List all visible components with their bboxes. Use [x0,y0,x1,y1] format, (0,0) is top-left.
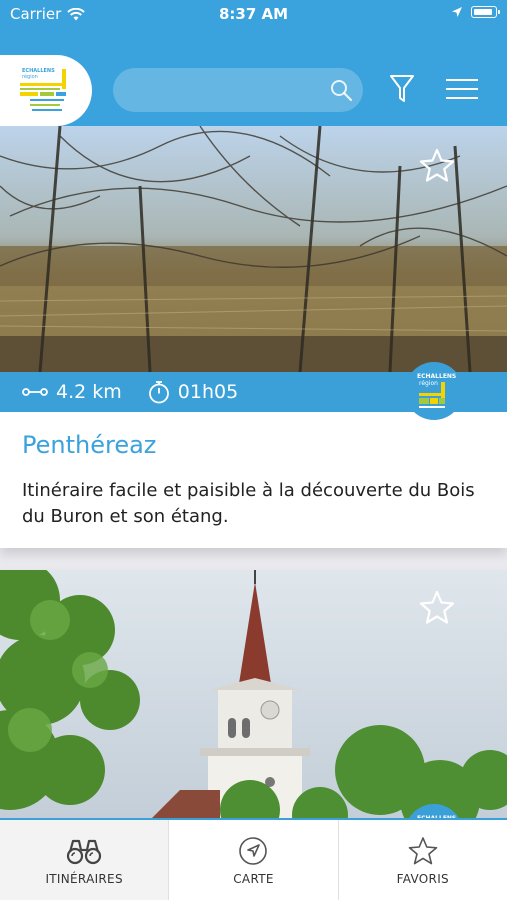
tab-label: FAVORIS [396,872,449,886]
duration-stat: 01h05 [148,380,238,404]
filter-icon[interactable] [389,73,415,105]
favorite-star-icon[interactable] [419,590,455,624]
echallens-badge: ECHALLENS région [405,362,463,420]
duration-value: 01h05 [177,381,239,403]
status-right [451,6,500,18]
distance-stat: 4.2 km [22,381,122,403]
itinerary-title[interactable]: Penthéreaz [22,431,156,459]
stopwatch-icon [148,381,169,404]
echallens-badge-icon: ECHALLENS région [417,373,456,408]
binoculars-icon [67,839,102,865]
tab-favoris[interactable]: FAVORIS [339,820,507,900]
svg-text:région: région [419,380,438,387]
star-icon [408,837,438,865]
status-bar: Carrier 8:37 AM [0,0,507,30]
navigation-icon [239,837,268,865]
echallens-logo-icon: ECHALLENS région [20,68,66,111]
svg-text:région: région [22,73,38,80]
distance-icon [22,388,48,396]
location-arrow-icon [452,7,462,17]
app-header: Carrier 8:37 AM ECHALLENS région [0,0,507,126]
itinerary-card[interactable]: 4.2 km 01h05 ECHALLENS région Penthéreaz… [0,126,507,548]
battery-fill [473,8,492,15]
itinerary-photo [0,126,507,372]
svg-text:ECHALLENS: ECHALLENS [417,373,456,380]
tab-bar: ITINÉRAIRES CARTE FAVORIS [0,818,507,900]
menu-icon[interactable] [446,78,478,100]
itinerary-card[interactable]: ECHALLENS [0,570,507,818]
app-screen: Carrier 8:37 AM ECHALLENS région 4.2 km … [0,0,507,900]
favorite-star-icon[interactable] [419,148,455,182]
itinerary-photo [0,570,507,818]
battery-icon [471,6,500,18]
tab-label: ITINÉRAIRES [45,872,123,886]
search-bar[interactable] [113,68,363,112]
app-logo[interactable]: ECHALLENS région [0,55,92,126]
itinerary-description: Itinéraire facile et paisible à la décou… [22,480,475,527]
distance-value: 4.2 km [56,381,122,403]
itinerary-list[interactable]: 4.2 km 01h05 ECHALLENS région Penthéreaz… [0,126,507,818]
tab-carte[interactable]: CARTE [169,820,339,900]
search-icon[interactable] [329,78,353,102]
tab-label: CARTE [233,872,274,886]
echallens-badge-icon: ECHALLENS [417,815,456,818]
tab-itineraires[interactable]: ITINÉRAIRES [0,820,170,900]
status-time: 8:37 AM [218,5,289,23]
search-input[interactable] [127,68,327,112]
